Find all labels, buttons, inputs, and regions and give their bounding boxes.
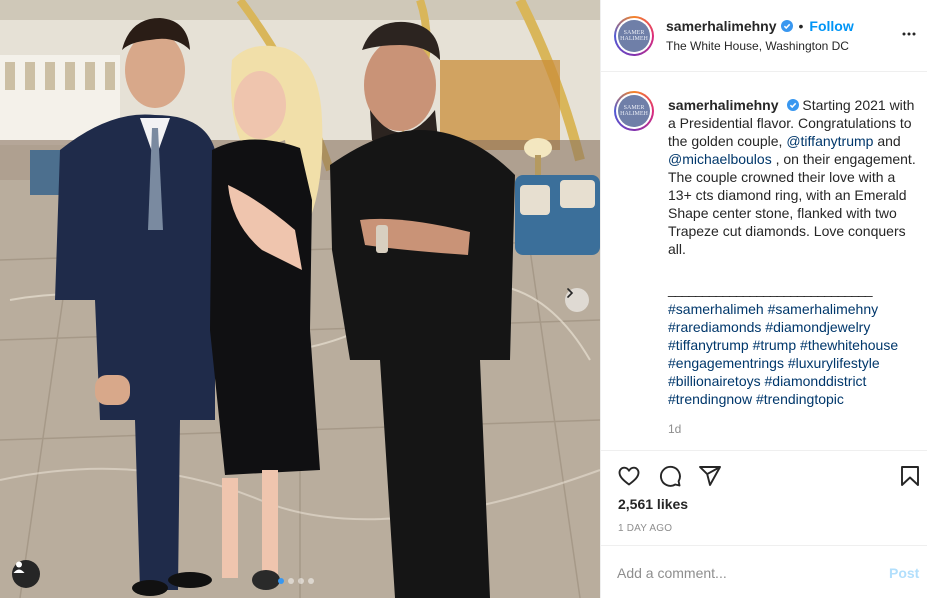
carousel-dot: [308, 578, 314, 584]
hashtag-link[interactable]: #trump: [753, 337, 797, 353]
post-timestamp[interactable]: 1 DAY AGO: [618, 523, 672, 534]
send-icon[interactable]: [698, 464, 722, 488]
user-tags-button[interactable]: [12, 560, 40, 588]
photo-scene: [0, 0, 600, 598]
chevron-right-icon: [567, 288, 574, 298]
avatar-logo: SAMER HALIMEH: [618, 20, 650, 52]
hashtag-link[interactable]: #diamondjewelry: [765, 319, 870, 335]
carousel-dots: [278, 578, 314, 584]
avatar[interactable]: SAMER HALIMEH: [614, 16, 654, 56]
carousel-dot: [298, 578, 304, 584]
avatar[interactable]: SAMER HALIMEH: [614, 91, 654, 131]
username-link[interactable]: samerhalimehny: [666, 18, 777, 34]
mention-link[interactable]: @michaelboulos: [668, 151, 772, 167]
post-details-panel: SAMER HALIMEH samerhalimehny • Follow The …: [600, 0, 927, 598]
caption-timestamp: 1d: [668, 422, 682, 436]
hashtag-list: #samerhalimeh #samerhalimehny #rarediamo…: [668, 300, 920, 408]
caption-username-link[interactable]: samerhalimehny: [668, 97, 779, 113]
caption-body: and: [873, 133, 901, 149]
hashtag-link[interactable]: #luxurylifestyle: [788, 355, 880, 371]
caption-divider: ______________________________: [668, 281, 873, 297]
hashtag-link[interactable]: #billionairetoys: [668, 373, 761, 389]
separator-dot: •: [798, 18, 804, 34]
carousel-dot: [288, 578, 294, 584]
caption-section: SAMER HALIMEH samerhalimehny Starting 20…: [601, 72, 927, 452]
comment-icon[interactable]: [658, 464, 682, 488]
heart-icon[interactable]: [617, 464, 641, 488]
hashtag-link[interactable]: #samerhalimeh: [668, 301, 764, 317]
hashtag-link[interactable]: #thewhitehouse: [800, 337, 898, 353]
post-comment-button[interactable]: Post: [889, 565, 919, 581]
hashtag-link[interactable]: #trendingtopic: [756, 391, 844, 407]
comment-bar: Post: [601, 545, 927, 598]
user-tag-icon: [13, 561, 25, 573]
hashtag-link[interactable]: #diamonddistrict: [765, 373, 867, 389]
bookmark-icon[interactable]: [898, 464, 922, 488]
hashtag-link[interactable]: #tiffanytrump: [668, 337, 749, 353]
verified-badge-icon: [786, 99, 799, 111]
post-header: SAMER HALIMEH samerhalimehny • Follow The …: [601, 0, 927, 72]
carousel-dot: [278, 578, 284, 584]
hashtag-link[interactable]: #rarediamonds: [668, 319, 761, 335]
caption-text: samerhalimehny Starting 2021 with a Pres…: [668, 96, 920, 438]
hashtag-link[interactable]: #samerhalimehny: [768, 301, 879, 317]
next-slide-button[interactable]: [565, 288, 589, 312]
avatar-logo: SAMER HALIMEH: [618, 95, 650, 127]
post-photo[interactable]: [0, 0, 600, 598]
more-icon[interactable]: [901, 26, 917, 42]
verified-badge-icon: [780, 20, 793, 32]
comment-input[interactable]: [617, 562, 867, 584]
actions-bar: 2,561 likes 1 DAY AGO: [601, 450, 927, 545]
mention-link[interactable]: @tiffanytrump: [786, 133, 873, 149]
follow-button[interactable]: Follow: [809, 18, 853, 34]
header-user-line: samerhalimehny • Follow: [666, 18, 854, 34]
location-link[interactable]: The White House, Washington DC: [666, 39, 849, 53]
hashtag-link[interactable]: #engagementrings: [668, 355, 784, 371]
hashtag-link[interactable]: #trendingnow: [668, 391, 752, 407]
likes-count[interactable]: 2,561 likes: [618, 496, 688, 512]
